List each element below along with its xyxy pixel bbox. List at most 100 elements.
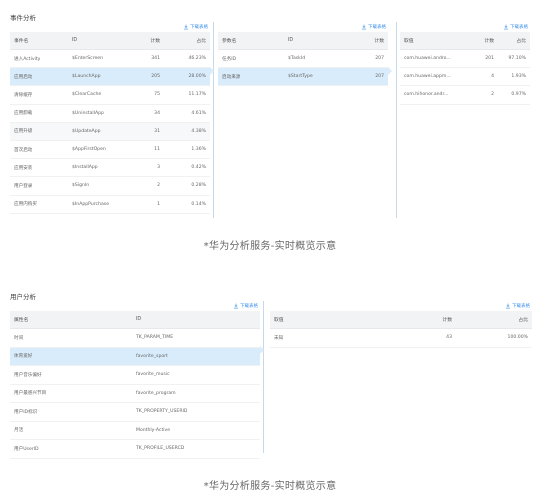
event-count-cell: 1 xyxy=(157,201,160,207)
col-param-name: 参数名 xyxy=(222,39,237,44)
event-name-cell: 首次启动 xyxy=(14,147,33,153)
panel-divider xyxy=(213,22,214,218)
event-count-cell: 34 xyxy=(154,110,160,116)
table-row[interactable]: 应用启动 $LaunchApp 205 28.00% xyxy=(10,68,210,87)
triangle-pointer-icon xyxy=(210,67,214,75)
attr-id-cell: Monthly-Active xyxy=(136,427,171,433)
attrs-download-button[interactable]: 下载表格 xyxy=(233,303,258,309)
figure-caption-2: *华为分析服务-实时概览示意 xyxy=(203,481,337,492)
table-row[interactable]: 应用内购买 $InAppPurchase 1 0.14% xyxy=(10,195,210,214)
table-row[interactable]: 启动来源 $StartType 207 xyxy=(218,68,388,87)
download-icon xyxy=(361,24,367,30)
value-cell: com.huawei.andro... xyxy=(404,56,451,62)
params-table-header: 参数名 ID 计数 xyxy=(218,32,388,50)
attr-id-cell: favorite_program xyxy=(136,390,176,396)
table-row[interactable]: 应用卸载 $UninstallApp 34 4.61% xyxy=(10,104,210,123)
param-name-cell: 启动来源 xyxy=(222,74,241,80)
col-id: ID xyxy=(72,38,78,43)
event-pct-cell: 0.14% xyxy=(191,201,206,207)
attr-id-cell: TK_PROPERTY_USERID xyxy=(136,409,188,415)
table-row[interactable]: 未知 43 100.00% xyxy=(270,329,532,348)
col-pct: 占比 xyxy=(518,318,528,323)
events-download-button[interactable]: 下载表格 xyxy=(183,24,208,30)
col-count: 计数 xyxy=(374,39,384,44)
table-row[interactable]: 应用升级 $UpdateApp 31 4.38% xyxy=(10,122,210,141)
value-count-cell: 201 xyxy=(485,56,494,62)
param-name-cell: 任务ID xyxy=(222,56,237,62)
attr-id-cell: favorite_music xyxy=(136,372,170,378)
col-pct: 占比 xyxy=(196,39,206,44)
event-name-cell: 用户登录 xyxy=(14,183,33,189)
event-count-cell: 31 xyxy=(154,128,160,134)
event-pct-cell: 11.17% xyxy=(188,92,206,98)
download-label: 下载表格 xyxy=(240,304,258,309)
params-download-button[interactable]: 下载表格 xyxy=(361,24,386,30)
value-pct-cell: 1.93% xyxy=(511,74,526,80)
table-row[interactable]: 用户最感兴节目 favorite_program xyxy=(10,384,260,403)
value-cell: com.huawei.appm... xyxy=(404,74,451,80)
events-table-header: 事件名 ID 计数 占比 xyxy=(10,32,210,50)
col-attr-name: 属性名 xyxy=(14,318,29,323)
table-row[interactable]: 用户音乐偏好 favorite_music xyxy=(10,366,260,385)
event-name-cell: 清除缓存 xyxy=(14,92,33,98)
value-pct-cell: 100.00% xyxy=(507,335,528,341)
attr-name-cell: 体育爱好 xyxy=(14,354,33,360)
col-id: ID xyxy=(288,38,294,43)
download-label: 下载表格 xyxy=(368,25,386,30)
value-count-cell: 43 xyxy=(446,335,452,341)
table-row[interactable]: com.huawei.andro... 201 97.10% xyxy=(400,50,530,69)
event-name-cell: 应用卸载 xyxy=(14,111,33,117)
table-row[interactable]: 月活 Monthly-Active xyxy=(10,421,260,440)
value-pct-cell: 0.97% xyxy=(511,92,526,98)
event-id-cell: $SignIn xyxy=(72,183,90,189)
values-download-button[interactable]: 下载表格 xyxy=(503,24,528,30)
event-id-cell: $InAppPurchase xyxy=(72,201,110,207)
table-row[interactable]: 体育爱好 favorite_sport xyxy=(10,347,260,366)
value-cell: com.hihonor.andr... xyxy=(404,92,449,98)
param-count-cell: 207 xyxy=(375,56,384,62)
values-table-header: 取值 计数 占比 xyxy=(400,32,530,50)
attr-name-cell: 用户ID标识 xyxy=(14,409,38,415)
params-panel: 下载表格 参数名 ID 计数 任务ID $TaskId 207 启动来源 $StartT… xyxy=(218,22,388,222)
figure-caption-1: *华为分析服务-实时概览示意 xyxy=(203,241,337,252)
events-panel: 下载表格 事件名 ID 计数 占比 进入Activity $EnterScreen… xyxy=(10,22,210,222)
col-count: 计数 xyxy=(484,39,494,44)
event-id-cell: $UpdateApp xyxy=(72,128,101,134)
table-row[interactable]: 首次启动 $AppFirstOpen 11 1.36% xyxy=(10,141,210,160)
attr-name-cell: 用户最感兴节目 xyxy=(14,391,47,397)
event-name-cell: 应用内购买 xyxy=(14,202,37,208)
event-pct-cell: 4.38% xyxy=(191,128,206,134)
col-pct: 占比 xyxy=(516,39,526,44)
user-analysis-title: 用户分析 xyxy=(10,293,36,301)
table-row[interactable]: 时间 TK_PARAM_TIME xyxy=(10,329,260,348)
event-count-cell: 205 xyxy=(151,74,160,80)
table-row[interactable]: 进入Activity $EnterScreen 341 46.23% xyxy=(10,50,210,69)
attr-name-cell: 时间 xyxy=(14,335,24,341)
attr-id-cell: TK_PROFILE_USERCD xyxy=(136,446,185,452)
event-id-cell: $ClearCache xyxy=(72,92,102,98)
table-row[interactable]: 应用安装 $InstallApp 3 0.42% xyxy=(10,159,210,178)
values-panel: 下载表格 取值 计数 占比 com.huawei.andro... 201 97.1… xyxy=(400,22,530,222)
table-row[interactable]: 用户ID标识 TK_PROPERTY_USERID xyxy=(10,403,260,422)
col-value: 取值 xyxy=(404,39,414,44)
download-label: 下载表格 xyxy=(512,304,530,309)
table-row[interactable]: 清除缓存 $ClearCache 75 11.17% xyxy=(10,86,210,105)
table-row[interactable]: 任务ID $TaskId 207 xyxy=(218,50,388,69)
table-row[interactable]: com.huawei.appm... 4 1.93% xyxy=(400,68,530,87)
attr-values-panel: 下载表格 取值 计数 占比 未知 43 100.00% xyxy=(270,301,532,361)
event-pct-cell: 28.00% xyxy=(188,74,206,80)
event-count-cell: 11 xyxy=(154,147,160,153)
value-pct-cell: 97.10% xyxy=(508,56,526,62)
attr-name-cell: 用户UserID xyxy=(14,446,39,452)
table-row[interactable]: com.hihonor.andr... 2 0.97% xyxy=(400,86,530,105)
attr-values-download-button[interactable]: 下载表格 xyxy=(505,303,530,309)
event-count-cell: 341 xyxy=(151,56,160,62)
download-label: 下载表格 xyxy=(510,25,528,30)
triangle-pointer-icon xyxy=(260,346,264,354)
param-id-cell: $TaskId xyxy=(288,56,306,62)
table-row[interactable]: 用户UserID TK_PROFILE_USERCD xyxy=(10,440,260,459)
event-name-cell: 应用启动 xyxy=(14,74,33,80)
table-row[interactable]: 用户登录 $SignIn 2 0.28% xyxy=(10,177,210,196)
attr-name-cell: 月活 xyxy=(14,428,24,434)
attr-id-cell: favorite_sport xyxy=(136,353,168,359)
